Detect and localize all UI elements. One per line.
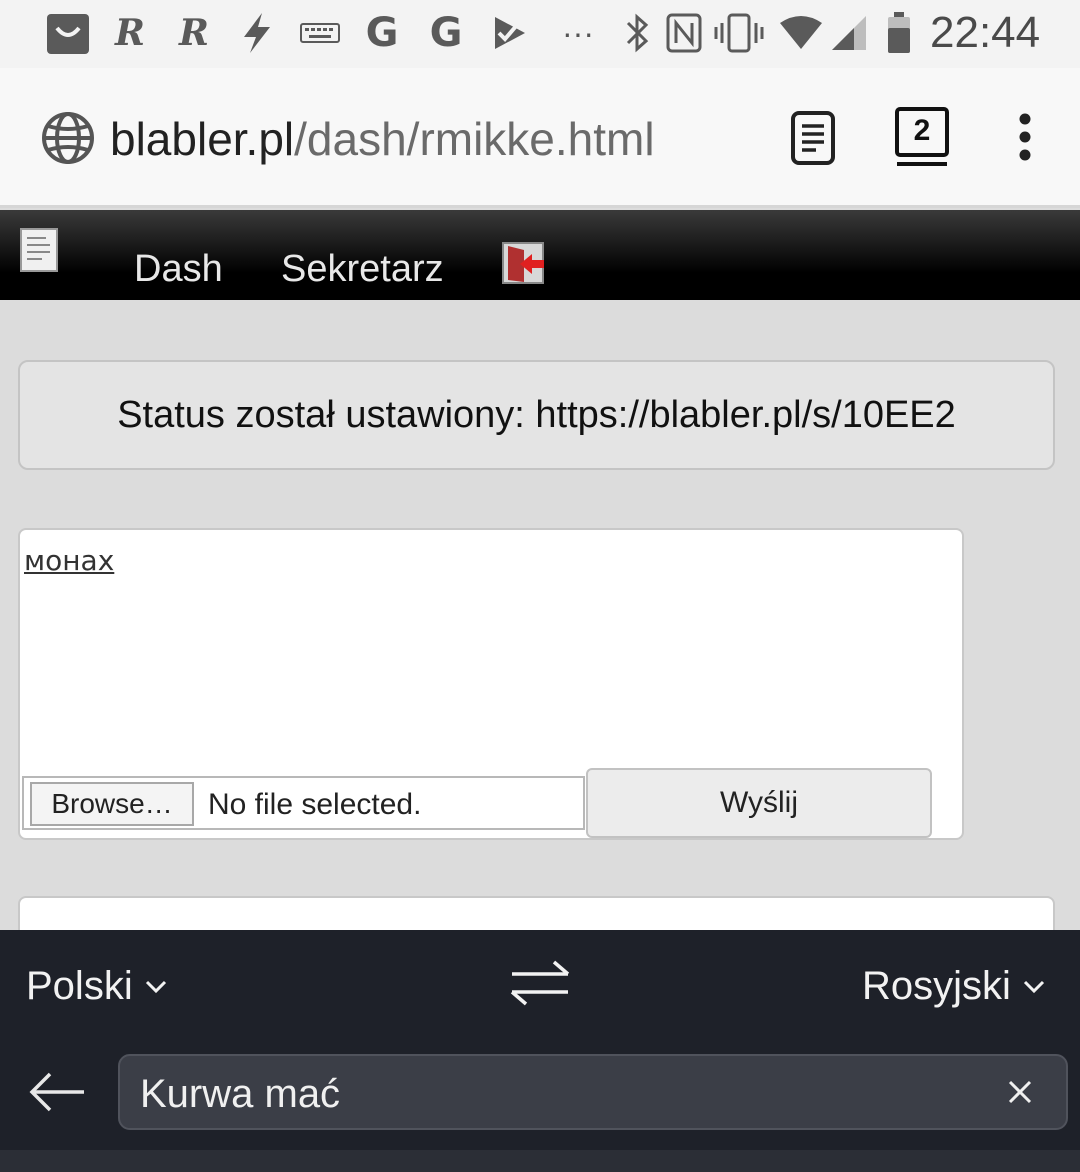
keyboard-icon: [300, 10, 340, 56]
source-language-select[interactable]: Polski: [26, 964, 167, 1009]
bluetooth-icon: [622, 10, 652, 56]
send-check-icon: [490, 10, 530, 56]
clock: 22:44: [930, 8, 1041, 57]
url-field[interactable]: blabler.pl/dash/rmikke.html: [110, 112, 655, 166]
wifi-icon: [778, 10, 824, 56]
panel-bottom-strip: [0, 1150, 1080, 1172]
file-status: No file selected.: [208, 788, 422, 821]
translate-input[interactable]: Kurwa mać: [118, 1054, 1068, 1130]
globe-icon: [40, 110, 96, 166]
logout-icon[interactable]: [502, 242, 546, 284]
url-path: /dash/rmikke.html: [294, 113, 655, 165]
swap-languages-icon[interactable]: [504, 958, 576, 1008]
close-icon[interactable]: [1006, 1078, 1034, 1106]
more-dots-icon: ···: [562, 14, 594, 51]
post-form: монах Browse… No file selected. Wyślij: [18, 528, 964, 840]
browse-button[interactable]: Browse…: [30, 782, 194, 826]
post-link[interactable]: монах: [24, 544, 114, 577]
content-area: Status został ustawiony: https://blabler…: [0, 300, 1080, 930]
address-bar: blabler.pl/dash/rmikke.html 2: [0, 68, 1080, 208]
translate-panel: Polski Rosyjski Kurwa mać: [0, 930, 1080, 1172]
status-message: Status został ustawiony: https://blabler…: [18, 360, 1055, 470]
signal-icon: [830, 10, 868, 56]
tab-count: 2: [913, 114, 931, 147]
overflow-menu-icon[interactable]: [1010, 112, 1040, 162]
nav-link-sekretarz[interactable]: Sekretarz: [281, 248, 444, 291]
next-post-box: [18, 896, 1055, 930]
status-bar: R R G G ··· 22:44: [0, 0, 1080, 68]
chevron-down-icon: [1023, 980, 1044, 993]
nfc-icon: [666, 10, 702, 56]
site-nav: Dash Sekretarz: [0, 210, 1080, 300]
google-icon: G: [429, 10, 463, 56]
tabs-button[interactable]: 2: [894, 106, 950, 168]
reader-mode-icon[interactable]: [790, 110, 836, 166]
url-domain: blabler.pl: [110, 113, 295, 165]
battery-icon: [884, 10, 914, 56]
chevron-down-icon: [145, 980, 166, 993]
send-button[interactable]: Wyślij: [586, 768, 932, 838]
bag-icon: [44, 10, 92, 56]
r-app-icon: R: [115, 12, 145, 54]
r-app-icon: R: [179, 12, 209, 54]
back-arrow-icon[interactable]: [28, 1070, 88, 1114]
translate-input-text: Kurwa mać: [140, 1072, 341, 1116]
target-language-label: Rosyjski: [862, 964, 1011, 1008]
page-icon[interactable]: [20, 228, 58, 272]
bolt-icon: [236, 10, 276, 56]
source-language-label: Polski: [26, 964, 133, 1008]
google-icon: G: [365, 10, 399, 56]
file-input[interactable]: Browse… No file selected.: [22, 776, 585, 830]
target-language-select[interactable]: Rosyjski: [862, 964, 1045, 1009]
vibrate-icon: [714, 10, 764, 56]
nav-link-dash[interactable]: Dash: [134, 248, 223, 291]
